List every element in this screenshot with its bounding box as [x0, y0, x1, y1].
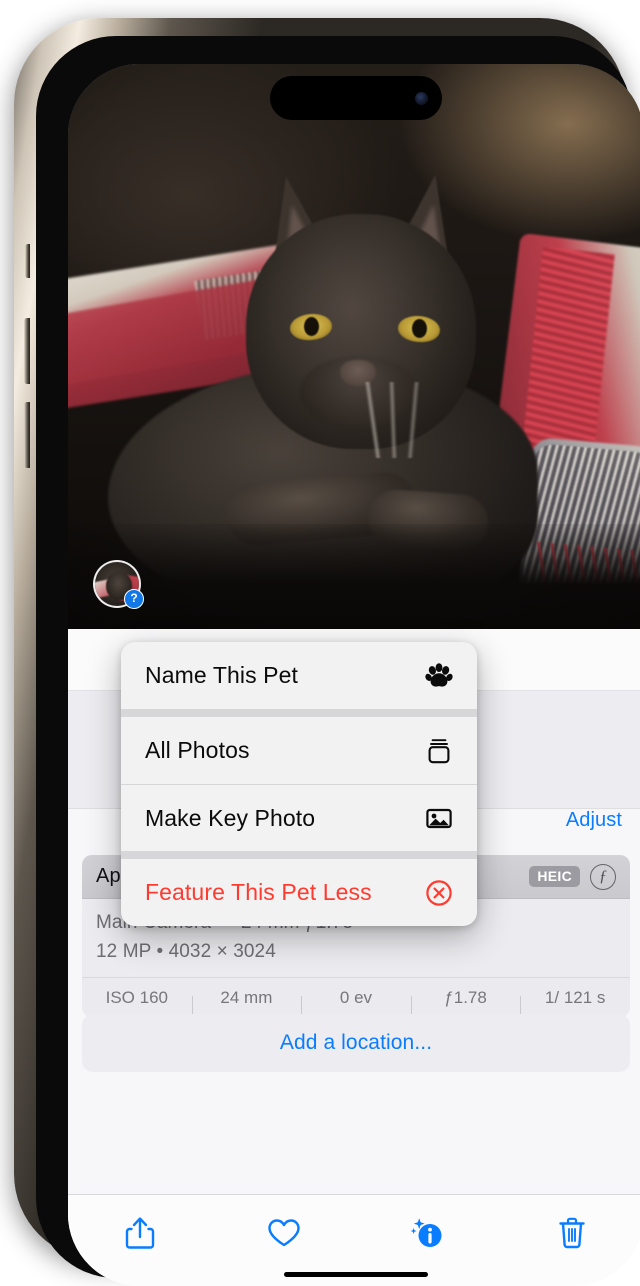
- favorite-button[interactable]: [252, 1209, 316, 1257]
- menu-item-label: All Photos: [145, 737, 250, 763]
- pet-context-menu: Name This Pet All Photos Make Key Photo …: [121, 642, 477, 926]
- volume-up-button[interactable]: [24, 318, 30, 384]
- format-badge: HEIC: [529, 866, 580, 887]
- menu-group-3: Feature This Pet Less: [121, 859, 477, 926]
- cat-photo: [68, 64, 640, 634]
- share-button[interactable]: [108, 1209, 172, 1257]
- menu-separator: [121, 709, 477, 717]
- dynamic-island[interactable]: [270, 76, 442, 120]
- phone-bezel: ? Adjust Apple iPhone 14 Pro HEIC ƒ Main: [36, 36, 640, 1286]
- menu-item-all-photos[interactable]: All Photos: [121, 717, 477, 784]
- exif-stat-aperture: ƒ1.78: [410, 988, 521, 1015]
- volume-down-button[interactable]: [24, 402, 30, 468]
- adjust-button[interactable]: Adjust: [566, 809, 622, 832]
- share-icon: [125, 1217, 155, 1249]
- menu-item-feature-this-pet-less[interactable]: Feature This Pet Less: [121, 859, 477, 926]
- info-sparkle-icon: [410, 1218, 442, 1247]
- phone-frame: ? Adjust Apple iPhone 14 Pro HEIC ƒ Main: [14, 18, 640, 1286]
- photo-icon: [423, 802, 455, 834]
- pet-face-chip[interactable]: ?: [93, 560, 144, 609]
- menu-item-label: Feature This Pet Less: [145, 879, 372, 905]
- exif-resolution-line: 12 MP • 4032 × 3024: [96, 941, 276, 962]
- photo-vignette: [68, 64, 640, 634]
- menu-group-2: All Photos Make Key Photo: [121, 717, 477, 851]
- delete-button[interactable]: [540, 1209, 604, 1257]
- menu-item-name-this-pet[interactable]: Name This Pet: [121, 642, 477, 709]
- f-circle-icon[interactable]: ƒ: [590, 863, 616, 890]
- trash-icon: [559, 1217, 585, 1249]
- heart-icon: [268, 1219, 300, 1247]
- photo-viewer[interactable]: ?: [68, 64, 640, 634]
- phone-screen: ? Adjust Apple iPhone 14 Pro HEIC ƒ Main: [68, 64, 640, 1286]
- menu-item-label: Name This Pet: [145, 662, 298, 688]
- front-camera-icon: [415, 91, 428, 105]
- exif-stat-ev: 0 ev: [301, 988, 411, 1015]
- exif-stats-row: ISO 160 24 mm 0 ev ƒ1.78 1/ 121 s: [82, 977, 630, 1017]
- add-location-button[interactable]: Add a location...: [82, 1014, 630, 1072]
- menu-item-make-key-photo[interactable]: Make Key Photo: [121, 784, 477, 851]
- info-button[interactable]: [396, 1209, 460, 1257]
- menu-item-label: Make Key Photo: [145, 804, 316, 831]
- x-circle-icon: [423, 877, 455, 909]
- silent-switch[interactable]: [25, 244, 30, 278]
- paw-icon: [423, 660, 455, 692]
- exif-stat-shutter: 1/ 121 s: [520, 988, 630, 1015]
- menu-group-1: Name This Pet: [121, 642, 477, 709]
- unnamed-pet-question-badge[interactable]: ?: [124, 589, 144, 609]
- menu-separator: [121, 851, 477, 859]
- photo-stack-icon: [423, 735, 455, 767]
- exif-stat-iso: ISO 160: [105, 987, 168, 1007]
- exif-stat-focal: 24 mm: [191, 988, 302, 1015]
- home-indicator: [284, 1272, 428, 1277]
